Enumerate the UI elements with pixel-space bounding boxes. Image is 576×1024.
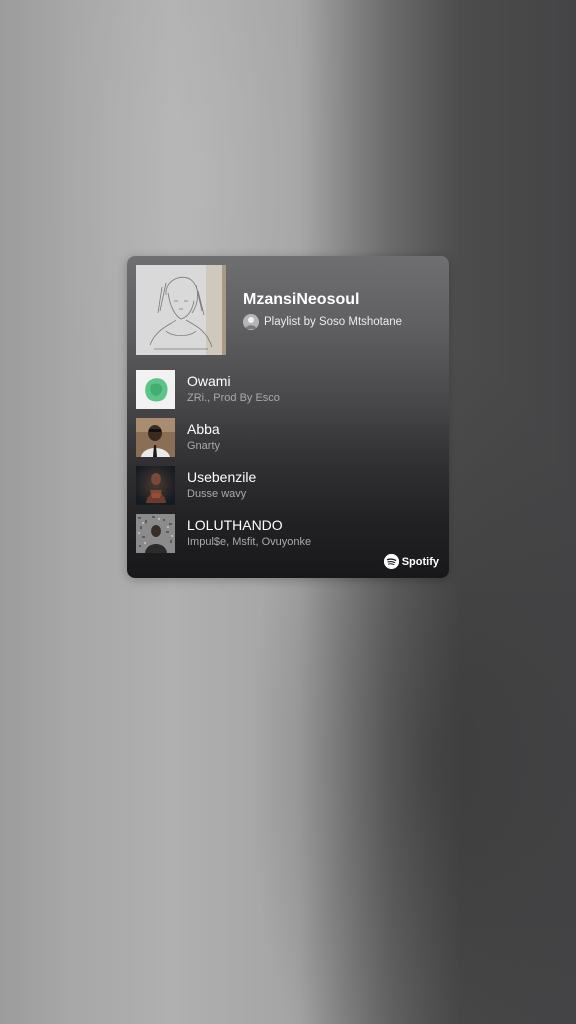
- track-cover-art: [136, 514, 175, 553]
- playlist-owner-text: Playlist by Soso Mtshotane: [264, 316, 403, 328]
- noise-portrait-cover-art-icon: [136, 514, 175, 553]
- playlist-header: MzansiNeosoul Playlist by Soso Mtshotane: [127, 256, 449, 362]
- playlist-title[interactable]: MzansiNeosoul: [243, 291, 359, 309]
- track-cover-art: [136, 370, 175, 409]
- track-row[interactable]: Usebenzile Dusse wavy: [136, 466, 436, 506]
- dark-portrait-cover-art-icon: [136, 466, 175, 505]
- track-row[interactable]: LOLUTHANDO Impul$e, Msfit, Ovuyonke: [136, 514, 436, 554]
- track-title: LOLUTHANDO: [187, 517, 283, 533]
- track-artist: Dusse wavy: [187, 488, 247, 500]
- playlist-owner[interactable]: Playlist by Soso Mtshotane: [243, 314, 402, 330]
- track-title: Owami: [187, 373, 231, 389]
- spotify-logo[interactable]: Spotify: [383, 554, 439, 569]
- track-artist: ZRi., Prod By Esco: [187, 392, 280, 404]
- track-artist: Impul$e, Msfit, Ovuyonke: [187, 536, 312, 548]
- sketch-portrait-image: [136, 265, 226, 355]
- playlist-cover-art[interactable]: [136, 265, 226, 355]
- spotify-label: Spotify: [401, 555, 439, 568]
- avatar-image: [243, 314, 259, 330]
- track-title: Abba: [187, 421, 220, 437]
- track-title: Usebenzile: [187, 469, 257, 485]
- track-cover-art: [136, 418, 175, 457]
- track-artist: Gnarty: [187, 440, 221, 452]
- track-row[interactable]: Abba Gnarty: [136, 418, 436, 458]
- track-cover-art: [136, 466, 175, 505]
- spotify-waves-icon: [383, 554, 399, 569]
- owner-avatar: [243, 314, 259, 330]
- spotify-playlist-card[interactable]: MzansiNeosoul Playlist by Soso Mtshotane: [127, 256, 449, 578]
- portrait-cover-art-icon: [136, 418, 175, 457]
- track-row[interactable]: Owami ZRi., Prod By Esco: [136, 370, 436, 410]
- spotify-icon: [383, 554, 399, 569]
- green-cover-art-icon: [136, 370, 175, 409]
